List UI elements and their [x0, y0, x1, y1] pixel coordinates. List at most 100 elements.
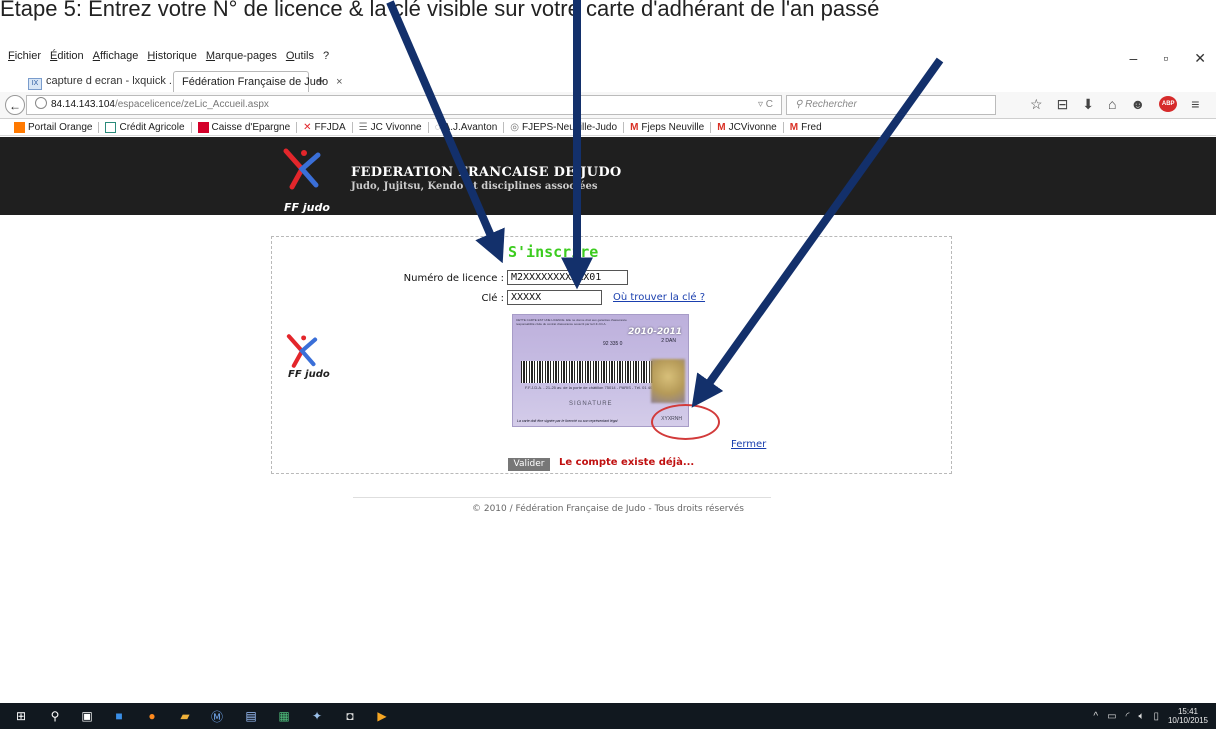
- site-header: FF judo FEDERATION FRANCAISE DE JUDO Jud…: [0, 137, 1216, 215]
- menu-marque-pages[interactable]: Marque-pages: [206, 50, 277, 68]
- ffjudo-logo-icon: [286, 334, 318, 368]
- ffjudo-logo-text: FF judo: [288, 369, 330, 380]
- bookmark-item[interactable]: M Fjeps Neuville: [624, 121, 712, 133]
- store-icon[interactable]: ▣: [78, 707, 96, 725]
- close-link[interactable]: Fermer: [731, 439, 766, 450]
- explorer-icon[interactable]: ■: [110, 707, 128, 725]
- battery-icon[interactable]: ▭: [1107, 711, 1116, 722]
- card-signature: SIGNATURE: [569, 401, 613, 407]
- ffjudo-logo-text: FF judo: [284, 201, 330, 214]
- close-window-icon[interactable]: ✕: [1194, 50, 1206, 67]
- site-subtitle: Judo, Jujitsu, Kendo et disciplines asso…: [351, 181, 598, 192]
- gmail-icon: M: [630, 121, 639, 133]
- menu-historique[interactable]: Historique: [147, 50, 197, 68]
- bookmark-item[interactable]: ✕ FFJDA: [297, 121, 353, 133]
- instruction-caption: Étape 5: Entrez votre N° de licence & la…: [0, 0, 880, 21]
- card-fine-print: CETTE CARTE EST UNE LICENCE. Elle ne don…: [516, 318, 627, 326]
- fjeps-icon: ◎: [510, 121, 520, 133]
- bookmark-item[interactable]: ◎ FJEPS-Neuville-Judo: [504, 121, 625, 133]
- search-placeholder: Rechercher: [805, 99, 857, 110]
- clock[interactable]: 15:41 10/10/2015: [1168, 707, 1208, 725]
- maxthon-icon[interactable]: Ⓜ: [208, 707, 226, 725]
- bookmarks-bar: Portail Orange Crédit Agricole Caisse d'…: [0, 119, 1216, 136]
- player-icon[interactable]: ▶: [373, 707, 391, 725]
- menu-bar: Fichier Édition Affichage Historique Mar…: [8, 50, 329, 68]
- firefox-icon[interactable]: ●: [143, 707, 161, 725]
- toolbar-icons: ☆ ⊟ ⬇ ⌂ ☻ ABP ≡: [1030, 96, 1199, 113]
- footer-divider: [353, 497, 771, 498]
- search-input[interactable]: ⚲ Rechercher: [786, 95, 996, 115]
- bookmark-item[interactable]: M Fred: [784, 122, 828, 133]
- menu-fichier[interactable]: Fichier: [8, 50, 41, 68]
- clock-date: 10/10/2015: [1167, 716, 1208, 725]
- url-path: /espacelicence/zeLic_Accueil.aspx: [114, 99, 269, 110]
- new-tab-button[interactable]: +: [316, 71, 325, 92]
- folder-icon[interactable]: ▰: [176, 707, 194, 725]
- bookmark-item[interactable]: Crédit Agricole: [99, 121, 192, 133]
- credit-agricole-icon: [105, 121, 117, 133]
- chat-icon[interactable]: ☻: [1131, 96, 1146, 113]
- avanton-icon: ◌: [434, 121, 441, 133]
- wifi-icon[interactable]: ◜: [1126, 711, 1130, 722]
- bookmark-item[interactable]: Caisse d'Epargne: [192, 121, 298, 133]
- barcode-icon: [521, 361, 661, 383]
- volume-icon[interactable]: 🔈︎: [1138, 711, 1144, 722]
- url-bar[interactable]: 84.14.143.104/espacelicence/zeLic_Accuei…: [26, 95, 782, 115]
- menu-outils[interactable]: Outils: [286, 50, 314, 68]
- menu-edition[interactable]: Édition: [50, 50, 84, 68]
- adblock-icon[interactable]: ABP: [1159, 96, 1178, 112]
- windows-taskbar: ⊞ ⚲ ▣ ■ ● ▰ Ⓜ ▤ ▦ ✦ ◘ ▶ ^ ▭ ◜ 🔈︎ ▯ 15:41…: [0, 703, 1216, 729]
- window-controls: – ▫ ✕: [1130, 50, 1207, 67]
- minimize-icon[interactable]: –: [1130, 50, 1138, 67]
- caisse-epargne-icon: [197, 121, 209, 133]
- form-title: S'inscrire: [508, 243, 599, 261]
- card-grade: 2 DAN: [661, 338, 676, 344]
- site-title: FEDERATION FRANCAISE DE JUDO: [351, 165, 622, 180]
- key-input[interactable]: [507, 290, 602, 305]
- card-number: 92 335 0: [603, 341, 623, 347]
- tab-label: capture d ecran - lxquick ...: [46, 75, 179, 87]
- card-season: 2010-2011: [628, 327, 682, 337]
- tray-chevron-icon[interactable]: ^: [1093, 711, 1098, 722]
- close-tab-icon[interactable]: ×: [336, 76, 342, 88]
- ffjudo-logo-icon: [283, 148, 321, 190]
- reading-list-icon[interactable]: ⊟: [1057, 96, 1069, 113]
- card-footer: La carte doit être signée par le licenci…: [517, 419, 618, 423]
- tab-strip: IX capture d ecran - lxquick ... × Fédérat…: [0, 68, 1216, 93]
- hamburger-menu-icon[interactable]: ≡: [1191, 96, 1199, 113]
- menu-help[interactable]: ?: [323, 50, 329, 68]
- submit-button[interactable]: Valider: [508, 458, 550, 471]
- tab-ixquick[interactable]: IXcapture d ecran - lxquick ...×: [20, 71, 193, 92]
- navigation-bar: ← 84.14.143.104/espacelicence/zeLic_Accu…: [0, 92, 1216, 119]
- bookmark-star-icon[interactable]: ☆: [1030, 96, 1043, 113]
- key-highlight-circle: [651, 404, 720, 440]
- gmail-icon: M: [717, 121, 726, 133]
- bookmark-item[interactable]: ◌ A.J.Avanton: [429, 121, 505, 133]
- home-icon[interactable]: ⌂: [1108, 96, 1116, 113]
- search-icon: ⚲: [795, 99, 806, 110]
- jc-vivonne-icon: ☰: [358, 121, 368, 133]
- tab-label: Fédération Française de Judo: [182, 76, 329, 88]
- media-app-icon[interactable]: ◘: [341, 707, 359, 725]
- menu-affichage[interactable]: Affichage: [93, 50, 139, 68]
- orange-square-icon: [14, 121, 25, 133]
- windows-start-icon[interactable]: ⊞: [12, 707, 30, 725]
- bookmark-item[interactable]: ☰ JC Vivonne: [353, 121, 429, 133]
- editor-icon[interactable]: ▤: [242, 707, 260, 725]
- where-key-link[interactable]: Où trouver la clé ?: [613, 292, 705, 303]
- restore-icon[interactable]: ▫: [1163, 50, 1168, 67]
- search-icon[interactable]: ⚲: [46, 707, 64, 725]
- back-arrow-icon[interactable]: ←: [5, 95, 25, 115]
- bookmark-item[interactable]: M JCVivonne: [711, 121, 784, 133]
- spreadsheet-icon[interactable]: ▦: [275, 707, 293, 725]
- licence-number-input[interactable]: [507, 270, 628, 285]
- tab-ffjudo[interactable]: Fédération Française de Judo ×: [173, 71, 343, 92]
- bookmark-item[interactable]: Portail Orange: [8, 121, 100, 133]
- download-icon[interactable]: ⬇: [1082, 96, 1094, 113]
- notification-icon[interactable]: ▯: [1153, 711, 1159, 722]
- blurred-photo: [651, 359, 685, 403]
- network-app-icon[interactable]: ✦: [308, 707, 326, 725]
- reload-icon[interactable]: ▿ C: [758, 96, 773, 114]
- globe-icon: [35, 97, 47, 109]
- copyright-footer: © 2010 / Fédération Française de Judo - …: [471, 504, 744, 514]
